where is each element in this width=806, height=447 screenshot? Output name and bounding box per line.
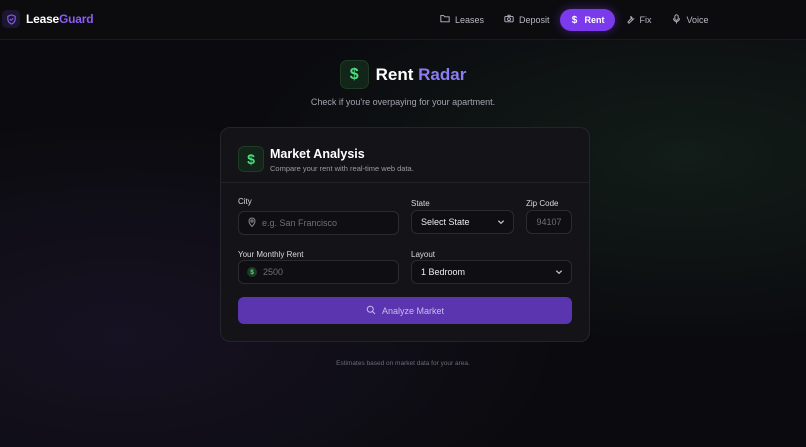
shield-icon — [2, 10, 20, 28]
brand-name: LeaseGuard — [26, 12, 94, 26]
chevron-down-icon — [497, 218, 505, 228]
nav-item-leases[interactable]: Leases — [430, 9, 494, 31]
layout-select[interactable]: 1 Bedroom — [411, 260, 572, 284]
page-subtitle: Check if you're overpaying for your apar… — [310, 97, 496, 107]
state-label: State — [411, 199, 430, 208]
dollar-icon: $ — [571, 14, 578, 26]
wrench-icon — [625, 14, 635, 27]
hero-section: $ Rent Radar Check if you're overpaying … — [0, 60, 806, 107]
city-placeholder: e.g. San Francisco — [262, 218, 338, 228]
dollar-icon: $ — [238, 146, 264, 172]
city-label: City — [238, 197, 252, 206]
analyze-market-button[interactable]: Analyze Market — [238, 297, 572, 324]
brand-name-part1: Lease — [26, 12, 60, 26]
state-select-value: Select State — [421, 217, 470, 227]
search-icon — [366, 305, 376, 317]
brand-name-part2: Guard — [59, 12, 94, 26]
chevron-down-icon — [555, 268, 563, 278]
analyze-market-label: Analyze Market — [381, 305, 445, 316]
microphone-icon — [672, 13, 682, 27]
dollar-icon: $ — [247, 267, 257, 277]
card-header: $ Market Analysis Compare your rent with… — [221, 128, 589, 183]
state-select[interactable]: Select State — [411, 210, 514, 234]
card-title: Market Analysis — [270, 147, 365, 161]
nav-item-label: Fix — [639, 15, 652, 25]
city-field[interactable]: e.g. San Francisco — [238, 211, 399, 235]
zip-code-field[interactable]: 94107 — [526, 210, 572, 234]
zip-placeholder: 94107 — [536, 217, 562, 227]
nav-item-label: Leases — [455, 15, 485, 25]
nav-item-label: Deposit — [519, 15, 550, 25]
camera-icon — [504, 14, 514, 26]
map-pin-icon — [247, 217, 257, 229]
dollar-icon: $ — [339, 60, 369, 89]
monthly-rent-label: Your Monthly Rent — [238, 250, 304, 259]
monthly-rent-placeholder: 2500 — [263, 267, 284, 277]
nav-item-rent[interactable]: $ Rent — [559, 9, 615, 31]
nav-item-deposit[interactable]: Deposit — [494, 9, 560, 31]
card-subtitle: Compare your rent with real-time web dat… — [270, 164, 414, 173]
folder-icon — [440, 14, 450, 26]
layout-label: Layout — [411, 250, 436, 259]
nav-item-label: Voice — [686, 15, 709, 25]
page-title: Rent Radar — [376, 65, 467, 85]
nav-item-label: Rent — [584, 15, 605, 25]
main-nav: Leases Deposit $ Rent Fix Voice — [430, 9, 719, 31]
layout-select-value: 1 Bedroom — [421, 267, 466, 277]
monthly-rent-field[interactable]: $ 2500 — [238, 260, 399, 284]
brand[interactable]: LeaseGuard — [2, 10, 94, 28]
page-title-part1: Rent — [375, 64, 414, 84]
nav-item-fix[interactable]: Fix — [615, 9, 662, 31]
zip-label: Zip Code — [526, 199, 559, 208]
nav-item-voice[interactable]: Voice — [662, 9, 719, 31]
page-title-part2: Radar — [418, 64, 467, 84]
footnote: Estimates based on market data for your … — [336, 360, 470, 367]
top-navbar: LeaseGuard Leases Deposit $ Rent Fix Voi… — [0, 0, 806, 40]
